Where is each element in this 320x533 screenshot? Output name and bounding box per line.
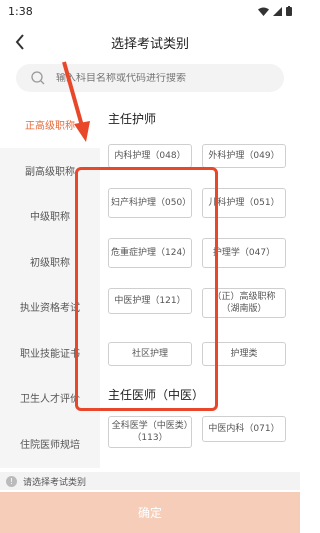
search-icon [31,71,45,85]
status-icons [258,6,292,16]
search-bar[interactable] [16,64,284,92]
status-bar: 1:38 [0,0,300,22]
sidebar-item-guipei[interactable]: 住院医师规培 [0,421,100,467]
chevron-left-icon [15,34,24,50]
section-title: 主任护师 [108,112,157,126]
sidebar-item-label: 初级职称 [30,257,70,269]
annotation-arrow-icon [62,61,90,142]
back-button[interactable] [8,28,32,56]
hint-text: 请选择考试类别 [23,477,87,488]
highlight-box [75,167,218,411]
sidebar-item-label: 住院医师规培 [20,439,80,451]
sidebar-item-label: 副高级职称 [25,166,75,178]
category-chip[interactable]: 内科护理（048） [108,144,192,168]
sidebar-item-label: 职业技能证书 [20,348,80,360]
signal-icon [273,6,282,16]
sidebar-item-label: 卫生人才评价 [20,394,80,406]
wifi-icon [258,7,269,16]
info-icon: ! [6,475,17,487]
page-title: 选择考试类别 [110,36,189,52]
sidebar-item-label: 执业资格考试 [20,303,80,315]
status-time: 1:38 [8,4,33,18]
confirm-button[interactable]: 确定 [0,492,300,533]
header: 选择考试类别 [0,24,300,60]
category-chip[interactable]: 中医内科（071） [202,416,286,442]
category-chip[interactable]: 外科护理（049） [202,144,286,168]
hint-bar: ! 请选择考试类别 [0,472,300,490]
battery-icon [286,6,292,16]
sidebar-item-label: 中级职称 [30,212,70,224]
category-chip[interactable]: 全科医学（中医类）（113） [108,416,192,448]
